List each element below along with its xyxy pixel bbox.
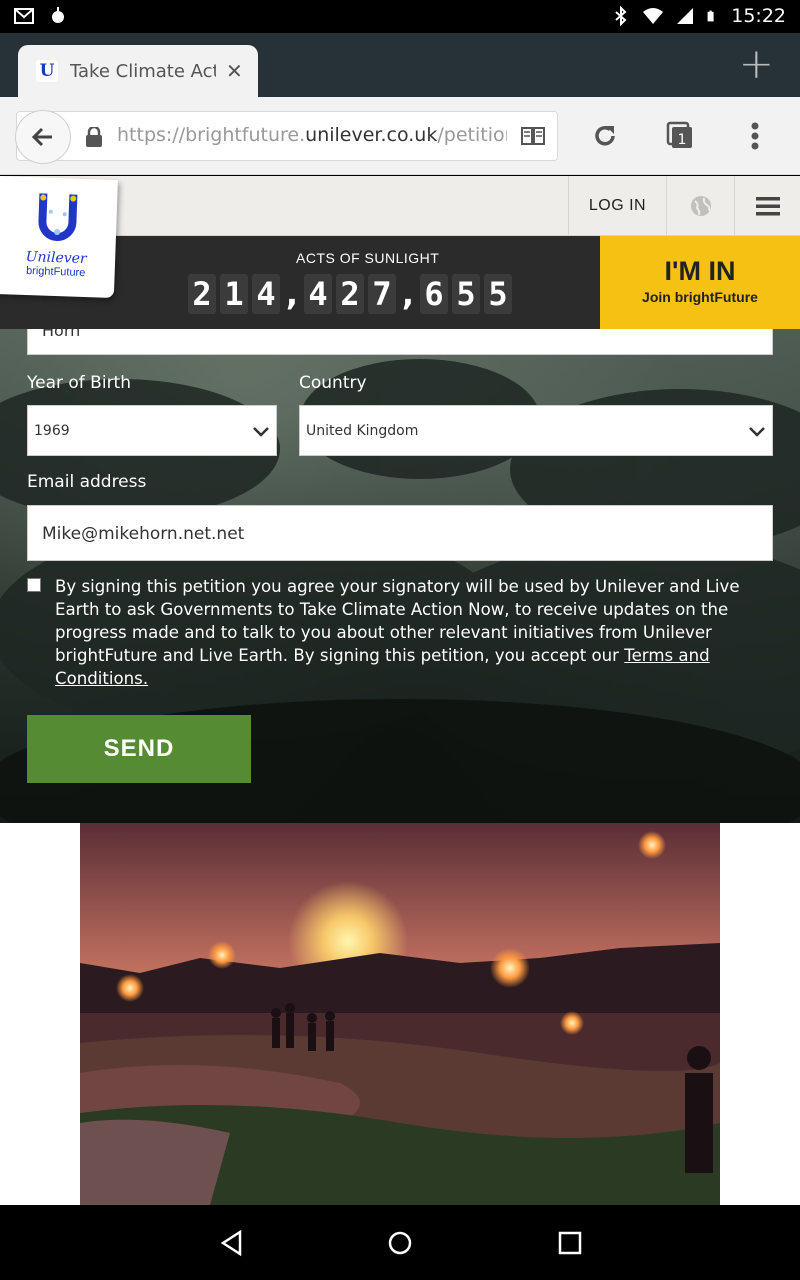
send-button[interactable]: SEND [27, 715, 251, 783]
login-link[interactable]: LOG IN [568, 176, 666, 236]
signal-icon [677, 8, 694, 24]
year-of-birth-value: 1969 [34, 423, 70, 439]
tab-switcher-icon[interactable]: 1 [665, 121, 695, 151]
consent-text: By signing this petition you agree your … [55, 577, 740, 688]
address-bar[interactable]: https://brightfuture.unilever.co.uk/peti… [15, 110, 558, 164]
content-section [0, 823, 800, 1205]
battery-icon [707, 10, 714, 22]
browser-tab[interactable]: U Take Climate Act ✕ [18, 45, 258, 97]
counter-digit: 4 [252, 274, 280, 314]
globe-icon[interactable] [666, 176, 734, 236]
email-field[interactable]: Mike@mikehorn.net.net [27, 505, 773, 561]
im-in-button[interactable]: I'M IN Join brightFuture [600, 236, 800, 329]
counter-separator: , [401, 275, 415, 313]
counter-digit: 2 [336, 274, 364, 314]
unilever-logo[interactable]: Unilever brightFuture [0, 176, 118, 299]
cta-subtitle: Join brightFuture [642, 289, 758, 305]
back-arrow-icon[interactable] [15, 110, 71, 164]
tab-title: Take Climate Act [70, 60, 216, 82]
unilever-favicon-icon: U [36, 60, 58, 82]
close-tab-icon[interactable]: ✕ [226, 59, 243, 83]
android-notification-icon [52, 7, 64, 23]
browser-tabstrip: U Take Climate Act ✕ + [0, 33, 800, 97]
counter-label: ACTS OF SUNLIGHT [296, 250, 440, 266]
unilever-u-icon [38, 193, 78, 242]
new-tab-icon[interactable]: + [739, 43, 774, 85]
email-label: Email address [27, 472, 147, 492]
cta-title: I'M IN [664, 256, 736, 286]
android-nav-bar [0, 1205, 800, 1280]
counter-digit: 7 [368, 274, 396, 314]
overflow-menu-icon[interactable] [740, 121, 770, 151]
petition-form: Horn Year of Birth Country 1969 United K… [0, 329, 800, 823]
consent-checkbox[interactable] [27, 578, 41, 592]
lock-icon [86, 127, 102, 147]
counter-digit: 1 [220, 274, 248, 314]
country-value: United Kingdom [306, 423, 419, 439]
reader-mode-icon[interactable] [521, 126, 545, 146]
year-of-birth-label: Year of Birth [27, 373, 132, 393]
country-select[interactable]: United Kingdom [299, 405, 773, 456]
counter-digit: 5 [484, 274, 512, 314]
chevron-down-icon [252, 406, 270, 457]
site-header: LOG IN [0, 176, 800, 236]
chevron-down-icon [748, 406, 766, 457]
counter-digit: 2 [188, 274, 216, 314]
url-text: https://brightfuture.unilever.co.uk/peti… [117, 124, 507, 146]
country-label: Country [299, 373, 367, 393]
counter-digit: 4 [304, 274, 332, 314]
nav-back-icon[interactable] [218, 1229, 246, 1257]
wifi-icon [643, 8, 664, 24]
sunset-village-photo [80, 823, 720, 1205]
bluetooth-icon [615, 6, 627, 26]
last-name-field[interactable]: Horn [27, 329, 773, 355]
counter-digit: 5 [452, 274, 480, 314]
reload-icon[interactable] [590, 121, 620, 151]
nav-home-icon[interactable] [386, 1229, 414, 1257]
nav-recents-icon[interactable] [556, 1229, 584, 1257]
hamburger-menu-icon[interactable] [734, 176, 800, 236]
status-bar: 15:22 [0, 0, 800, 33]
counter-digit: 6 [420, 274, 448, 314]
counter-separator: , [285, 275, 299, 313]
gmail-notification-icon [14, 8, 34, 24]
year-of-birth-select[interactable]: 1969 [27, 405, 277, 456]
clock: 15:22 [731, 5, 786, 27]
svg-text:1: 1 [678, 132, 687, 148]
browser-toolbar: https://brightfuture.unilever.co.uk/peti… [0, 97, 800, 175]
counter-digits: 214,427,655 [188, 274, 512, 314]
